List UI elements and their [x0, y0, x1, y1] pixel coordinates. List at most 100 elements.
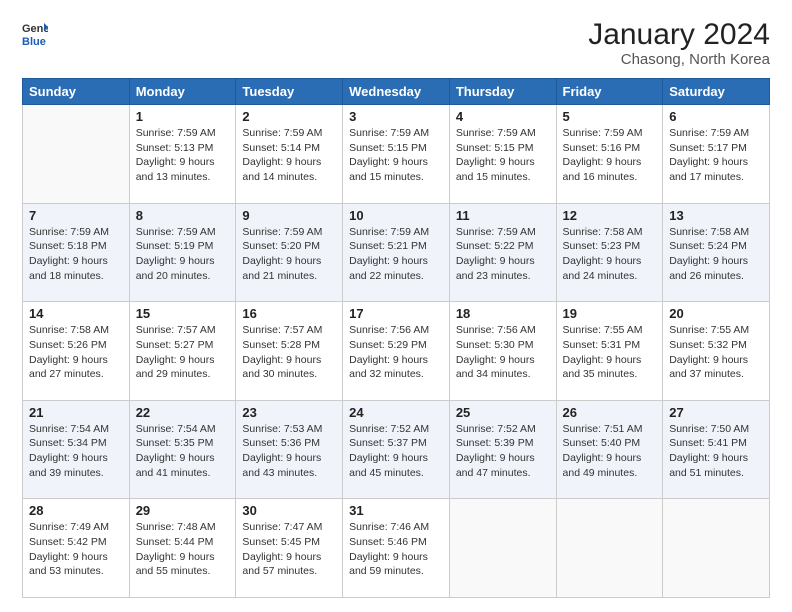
day-sunset: Sunset: 5:34 PM [29, 436, 123, 451]
day-sunrise: Sunrise: 7:58 AM [563, 225, 657, 240]
day-number: 16 [242, 306, 336, 321]
day-sunset: Sunset: 5:30 PM [456, 338, 550, 353]
table-row [556, 499, 663, 598]
day-sunrise: Sunrise: 7:53 AM [242, 422, 336, 437]
table-row: 6 Sunrise: 7:59 AM Sunset: 5:17 PM Dayli… [663, 105, 770, 204]
day-daylight: Daylight: 9 hours and 23 minutes. [456, 254, 550, 283]
day-number: 19 [563, 306, 657, 321]
day-sunset: Sunset: 5:32 PM [669, 338, 763, 353]
calendar-week-row: 1 Sunrise: 7:59 AM Sunset: 5:13 PM Dayli… [23, 105, 770, 204]
day-daylight: Daylight: 9 hours and 26 minutes. [669, 254, 763, 283]
day-sunset: Sunset: 5:14 PM [242, 141, 336, 156]
day-daylight: Daylight: 9 hours and 13 minutes. [136, 155, 230, 184]
day-daylight: Daylight: 9 hours and 20 minutes. [136, 254, 230, 283]
day-sunset: Sunset: 5:17 PM [669, 141, 763, 156]
day-sunset: Sunset: 5:27 PM [136, 338, 230, 353]
day-sunrise: Sunrise: 7:46 AM [349, 520, 443, 535]
table-row: 31 Sunrise: 7:46 AM Sunset: 5:46 PM Dayl… [343, 499, 450, 598]
top-section: General Blue January 2024 Chasong, North… [22, 18, 770, 68]
table-row: 20 Sunrise: 7:55 AM Sunset: 5:32 PM Dayl… [663, 302, 770, 401]
day-number: 8 [136, 208, 230, 223]
table-row: 7 Sunrise: 7:59 AM Sunset: 5:18 PM Dayli… [23, 203, 130, 302]
day-sunset: Sunset: 5:15 PM [349, 141, 443, 156]
col-wednesday: Wednesday [343, 79, 450, 105]
table-row: 15 Sunrise: 7:57 AM Sunset: 5:27 PM Dayl… [129, 302, 236, 401]
table-row: 29 Sunrise: 7:48 AM Sunset: 5:44 PM Dayl… [129, 499, 236, 598]
day-number: 28 [29, 503, 123, 518]
day-daylight: Daylight: 9 hours and 30 minutes. [242, 353, 336, 382]
calendar-table: Sunday Monday Tuesday Wednesday Thursday… [22, 78, 770, 598]
day-daylight: Daylight: 9 hours and 18 minutes. [29, 254, 123, 283]
day-number: 3 [349, 109, 443, 124]
logo: General Blue [22, 18, 48, 54]
day-number: 18 [456, 306, 550, 321]
day-sunrise: Sunrise: 7:52 AM [456, 422, 550, 437]
day-sunset: Sunset: 5:26 PM [29, 338, 123, 353]
col-monday: Monday [129, 79, 236, 105]
day-sunset: Sunset: 5:13 PM [136, 141, 230, 156]
table-row: 8 Sunrise: 7:59 AM Sunset: 5:19 PM Dayli… [129, 203, 236, 302]
day-sunrise: Sunrise: 7:49 AM [29, 520, 123, 535]
col-sunday: Sunday [23, 79, 130, 105]
day-sunrise: Sunrise: 7:55 AM [563, 323, 657, 338]
day-sunrise: Sunrise: 7:59 AM [242, 225, 336, 240]
day-daylight: Daylight: 9 hours and 27 minutes. [29, 353, 123, 382]
table-row: 1 Sunrise: 7:59 AM Sunset: 5:13 PM Dayli… [129, 105, 236, 204]
col-friday: Friday [556, 79, 663, 105]
day-sunrise: Sunrise: 7:58 AM [669, 225, 763, 240]
day-number: 6 [669, 109, 763, 124]
table-row: 4 Sunrise: 7:59 AM Sunset: 5:15 PM Dayli… [449, 105, 556, 204]
day-sunset: Sunset: 5:46 PM [349, 535, 443, 550]
table-row: 5 Sunrise: 7:59 AM Sunset: 5:16 PM Dayli… [556, 105, 663, 204]
day-number: 15 [136, 306, 230, 321]
table-row: 23 Sunrise: 7:53 AM Sunset: 5:36 PM Dayl… [236, 400, 343, 499]
day-sunrise: Sunrise: 7:54 AM [29, 422, 123, 437]
table-row: 26 Sunrise: 7:51 AM Sunset: 5:40 PM Dayl… [556, 400, 663, 499]
day-number: 24 [349, 405, 443, 420]
table-row: 11 Sunrise: 7:59 AM Sunset: 5:22 PM Dayl… [449, 203, 556, 302]
day-sunset: Sunset: 5:29 PM [349, 338, 443, 353]
table-row: 10 Sunrise: 7:59 AM Sunset: 5:21 PM Dayl… [343, 203, 450, 302]
sub-title: Chasong, North Korea [588, 51, 770, 68]
day-number: 31 [349, 503, 443, 518]
calendar-week-row: 28 Sunrise: 7:49 AM Sunset: 5:42 PM Dayl… [23, 499, 770, 598]
day-sunset: Sunset: 5:41 PM [669, 436, 763, 451]
calendar-week-row: 7 Sunrise: 7:59 AM Sunset: 5:18 PM Dayli… [23, 203, 770, 302]
col-tuesday: Tuesday [236, 79, 343, 105]
table-row: 13 Sunrise: 7:58 AM Sunset: 5:24 PM Dayl… [663, 203, 770, 302]
day-daylight: Daylight: 9 hours and 35 minutes. [563, 353, 657, 382]
day-daylight: Daylight: 9 hours and 57 minutes. [242, 550, 336, 579]
day-daylight: Daylight: 9 hours and 34 minutes. [456, 353, 550, 382]
day-sunrise: Sunrise: 7:59 AM [29, 225, 123, 240]
day-sunrise: Sunrise: 7:59 AM [349, 225, 443, 240]
page: General Blue January 2024 Chasong, North… [0, 0, 792, 612]
day-daylight: Daylight: 9 hours and 22 minutes. [349, 254, 443, 283]
table-row: 12 Sunrise: 7:58 AM Sunset: 5:23 PM Dayl… [556, 203, 663, 302]
calendar-week-row: 14 Sunrise: 7:58 AM Sunset: 5:26 PM Dayl… [23, 302, 770, 401]
day-daylight: Daylight: 9 hours and 24 minutes. [563, 254, 657, 283]
day-number: 17 [349, 306, 443, 321]
table-row [23, 105, 130, 204]
day-number: 27 [669, 405, 763, 420]
svg-text:Blue: Blue [22, 36, 46, 48]
col-saturday: Saturday [663, 79, 770, 105]
day-sunrise: Sunrise: 7:54 AM [136, 422, 230, 437]
day-sunset: Sunset: 5:42 PM [29, 535, 123, 550]
day-daylight: Daylight: 9 hours and 59 minutes. [349, 550, 443, 579]
day-daylight: Daylight: 9 hours and 14 minutes. [242, 155, 336, 184]
day-sunrise: Sunrise: 7:52 AM [349, 422, 443, 437]
day-number: 11 [456, 208, 550, 223]
day-sunrise: Sunrise: 7:55 AM [669, 323, 763, 338]
day-sunset: Sunset: 5:28 PM [242, 338, 336, 353]
day-sunset: Sunset: 5:22 PM [456, 239, 550, 254]
logo-svg: General Blue [22, 18, 48, 54]
day-number: 5 [563, 109, 657, 124]
table-row: 22 Sunrise: 7:54 AM Sunset: 5:35 PM Dayl… [129, 400, 236, 499]
day-sunset: Sunset: 5:39 PM [456, 436, 550, 451]
main-title: January 2024 [588, 18, 770, 51]
day-sunrise: Sunrise: 7:57 AM [242, 323, 336, 338]
day-daylight: Daylight: 9 hours and 21 minutes. [242, 254, 336, 283]
day-sunrise: Sunrise: 7:59 AM [136, 225, 230, 240]
day-sunrise: Sunrise: 7:59 AM [563, 126, 657, 141]
day-sunset: Sunset: 5:23 PM [563, 239, 657, 254]
